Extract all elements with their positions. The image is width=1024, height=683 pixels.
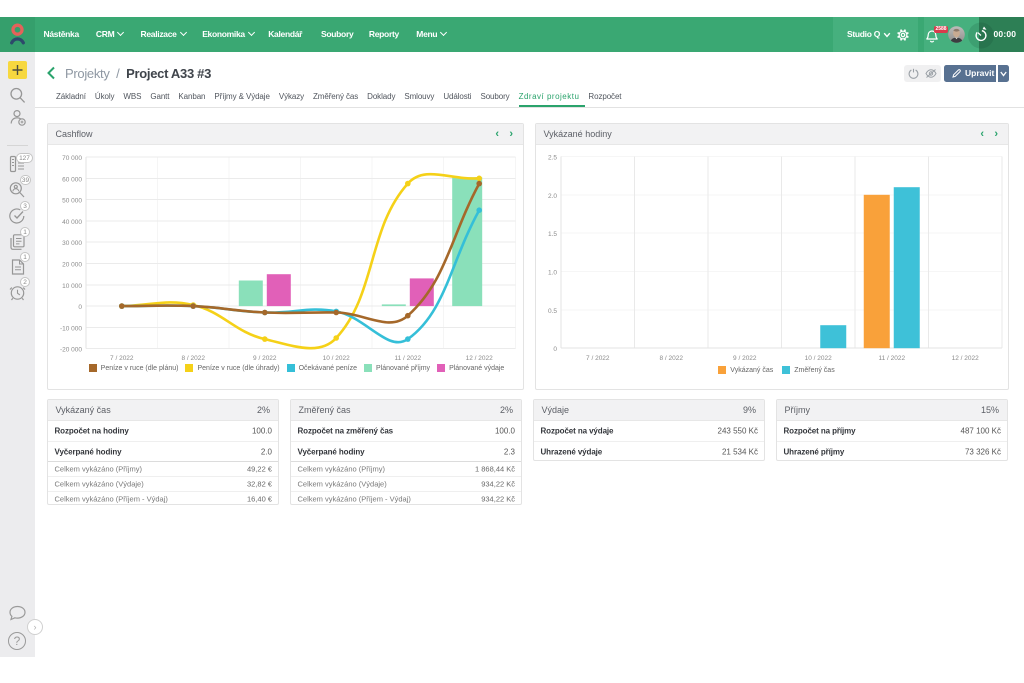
svg-text:2.0: 2.0 <box>548 193 557 200</box>
svg-text:8 / 2022: 8 / 2022 <box>181 355 205 362</box>
svg-text:-20 000: -20 000 <box>60 347 82 354</box>
svg-text:50 000: 50 000 <box>62 198 82 205</box>
svg-text:7 / 2022: 7 / 2022 <box>586 355 610 362</box>
svg-text:7 / 2022: 7 / 2022 <box>110 355 134 362</box>
svg-text:70 000: 70 000 <box>62 155 82 162</box>
svg-text:20 000: 20 000 <box>62 262 82 269</box>
svg-text:0.5: 0.5 <box>548 308 557 315</box>
svg-text:12 / 2022: 12 / 2022 <box>466 355 493 362</box>
svg-text:2.5: 2.5 <box>548 155 557 162</box>
svg-text:1.5: 1.5 <box>548 231 557 238</box>
svg-text:11 / 2022: 11 / 2022 <box>394 355 421 362</box>
svg-text:8 / 2022: 8 / 2022 <box>659 355 683 362</box>
svg-text:12 / 2022: 12 / 2022 <box>952 355 979 362</box>
svg-text:11 / 2022: 11 / 2022 <box>878 355 905 362</box>
svg-text:60 000: 60 000 <box>62 176 82 183</box>
svg-text:40 000: 40 000 <box>62 219 82 226</box>
svg-text:10 / 2022: 10 / 2022 <box>323 355 350 362</box>
svg-text:10 000: 10 000 <box>62 283 82 290</box>
svg-text:10 / 2022: 10 / 2022 <box>805 355 832 362</box>
svg-text:30 000: 30 000 <box>62 240 82 247</box>
svg-text:0: 0 <box>78 304 82 311</box>
svg-text:-10 000: -10 000 <box>60 325 82 332</box>
svg-text:1.0: 1.0 <box>548 270 557 277</box>
svg-text:9 / 2022: 9 / 2022 <box>253 355 277 362</box>
svg-text:9 / 2022: 9 / 2022 <box>733 355 757 362</box>
svg-text:0: 0 <box>553 346 557 353</box>
